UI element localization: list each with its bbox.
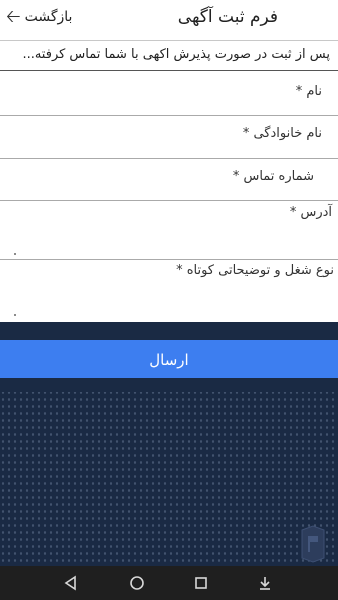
top-bar: 🡠 بازگشت فرم ثبت آگهی [0,0,338,41]
job-description-cursor-dot [14,314,16,316]
phone-field[interactable]: شماره تماس * [0,159,338,201]
name-field[interactable]: نام * [0,72,338,116]
family-name-field[interactable]: نام خانوادگی * [0,116,338,159]
home-circle-icon[interactable] [124,570,150,596]
system-navigation-bar [0,566,338,600]
notice-text: پس از ثبت در صورت پذیرش اکهی با شما تماس… [0,41,338,71]
back-triangle-icon[interactable] [58,570,84,596]
app-logo-icon [301,525,325,563]
back-label: بازگشت [24,9,73,25]
job-description-field-label: نوع شغل و توضیحاتی کوتاه * [176,263,334,278]
job-description-field[interactable]: نوع شغل و توضیحاتی کوتاه * [0,260,338,322]
address-field[interactable]: آدرس * [0,201,338,260]
page-title: فرم ثبت آگهی [177,7,278,27]
arrow-left-icon: 🡠 [6,6,21,27]
phone-field-label: شماره تماس * [232,169,314,184]
name-field-label: نام * [295,84,322,99]
back-button[interactable]: 🡠 بازگشت [6,8,72,26]
recents-square-icon[interactable] [188,570,214,596]
submit-button[interactable]: ارسال [0,340,338,378]
download-icon[interactable] [252,570,278,596]
address-cursor-dot [14,253,16,255]
family-name-field-label: نام خانوادگی * [242,126,322,141]
address-field-label: آدرس * [289,205,332,220]
